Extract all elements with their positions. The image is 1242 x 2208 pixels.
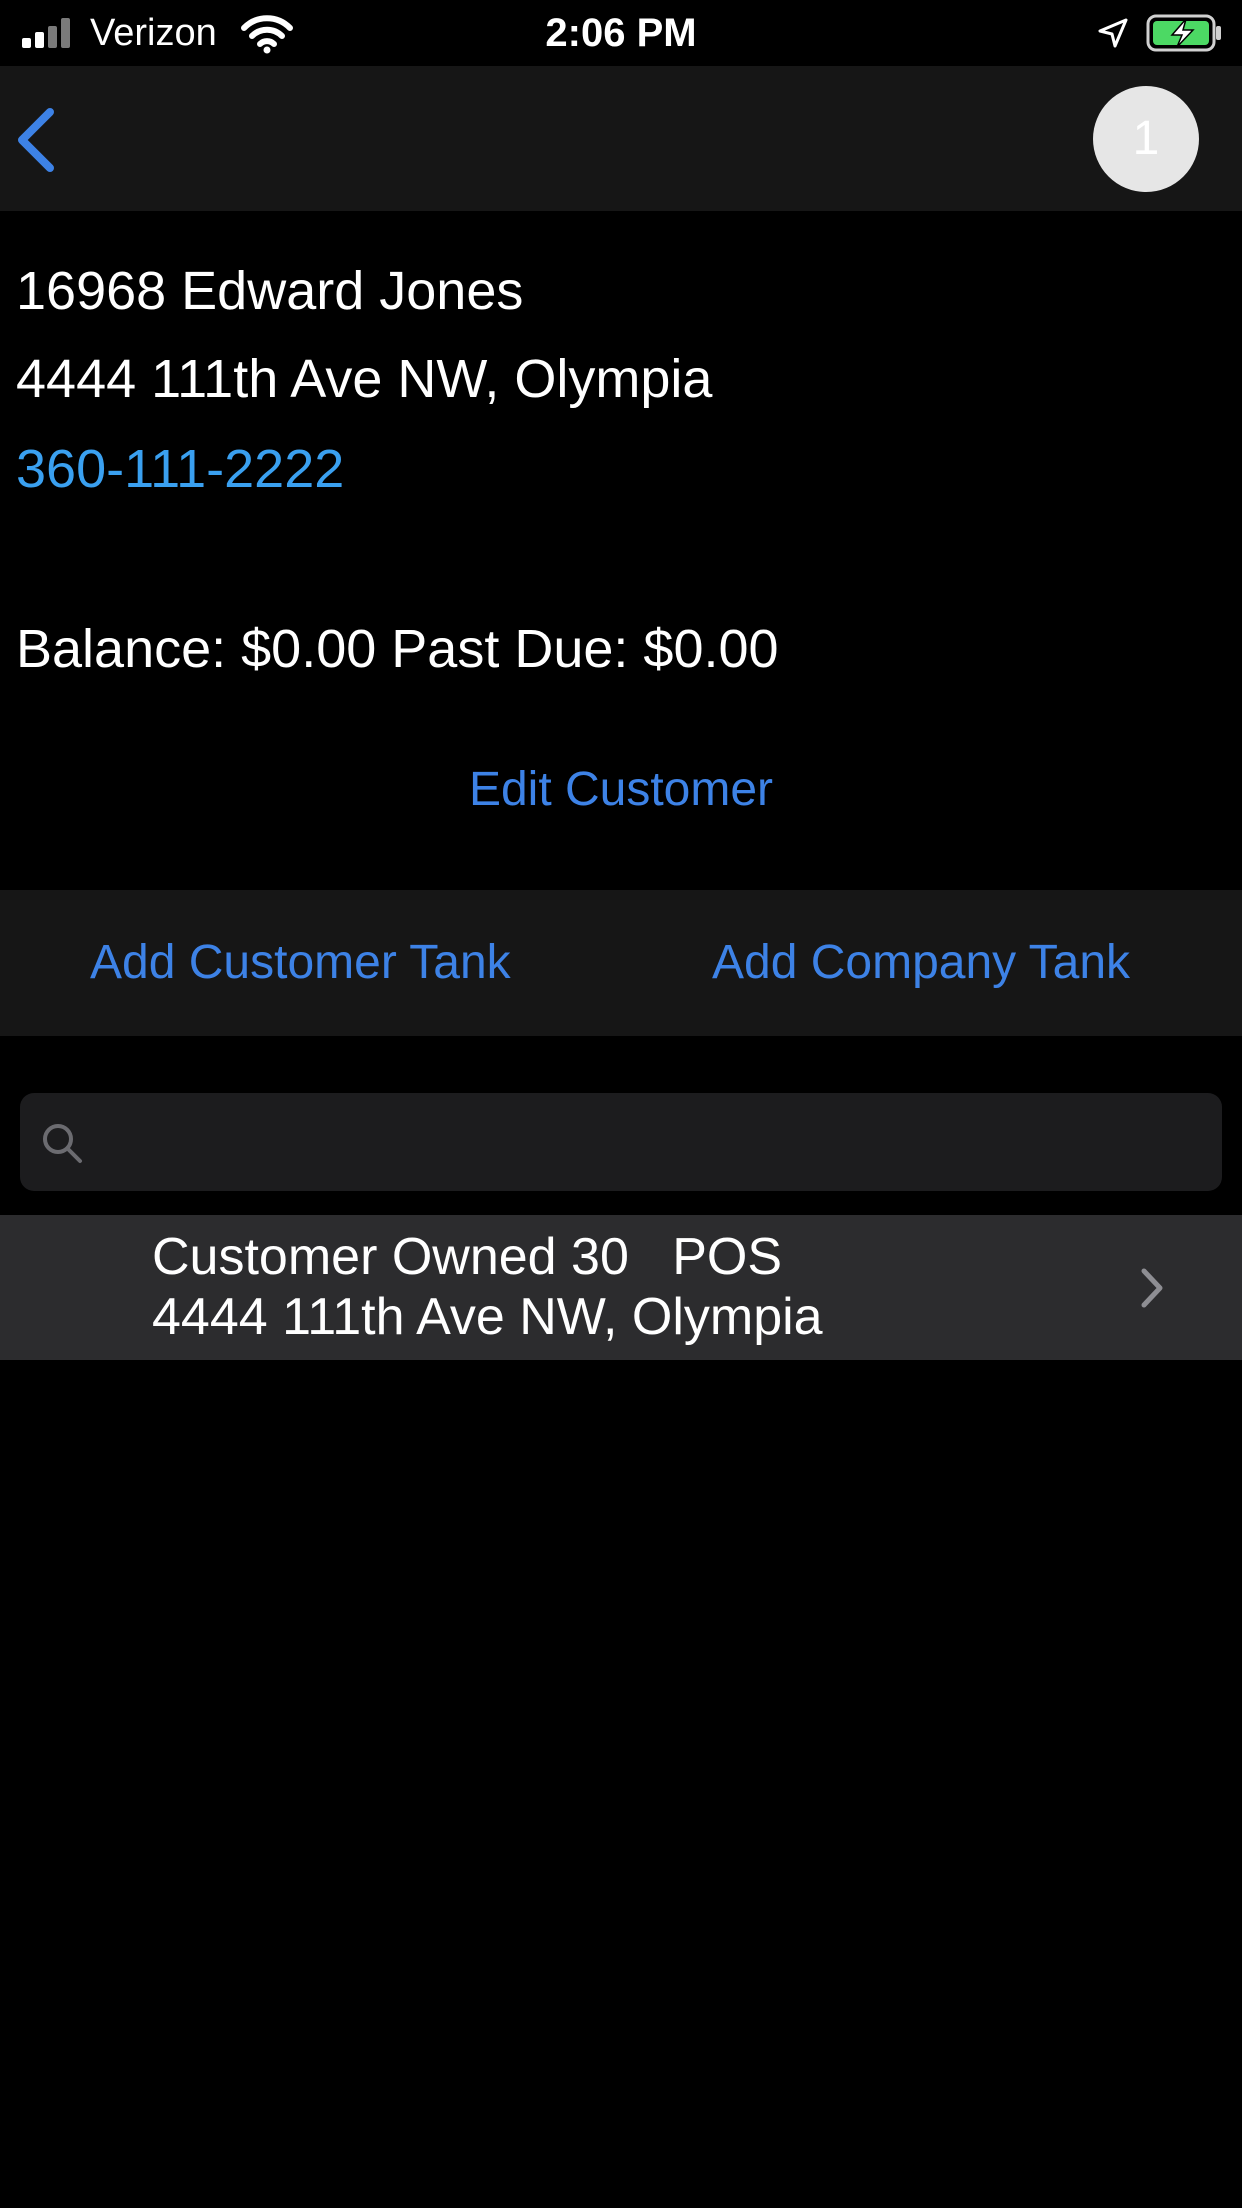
- customer-title: 16968 Edward Jones: [16, 261, 524, 321]
- status-bar: Verizon 2:06 PM: [0, 0, 1242, 66]
- search-input[interactable]: [100, 1093, 1200, 1191]
- customer-address: 4444 111th Ave NW, Olympia: [16, 349, 713, 409]
- battery-charging-icon: [1146, 14, 1221, 52]
- tank-list-item[interactable]: Customer Owned 30 POS 4444 111th Ave NW,…: [0, 1215, 1242, 1360]
- tank-actions-bar: Add Customer Tank Add Company Tank: [0, 890, 1242, 1036]
- edit-customer-button[interactable]: Edit Customer: [0, 760, 1242, 820]
- back-button[interactable]: [10, 106, 62, 174]
- chevron-right-icon: [1141, 1268, 1163, 1308]
- search-icon: [43, 1124, 82, 1163]
- customer-phone-link[interactable]: 360-111-2222: [16, 438, 344, 500]
- balance-summary: Balance: $0.00 Past Due: $0.00: [16, 619, 779, 679]
- tank-address: 4444 111th Ave NW, Olympia: [152, 1288, 823, 1346]
- search-bar: [20, 1093, 1222, 1191]
- status-time: 2:06 PM: [545, 11, 697, 55]
- count-badge[interactable]: 1: [1093, 86, 1199, 192]
- navigation-bar: 1: [0, 66, 1242, 211]
- add-company-tank-button[interactable]: Add Company Tank: [712, 890, 1130, 1036]
- tank-title: Customer Owned 30 POS: [152, 1228, 783, 1286]
- add-customer-tank-button[interactable]: Add Customer Tank: [90, 890, 511, 1036]
- location-arrow-icon: [1098, 18, 1128, 48]
